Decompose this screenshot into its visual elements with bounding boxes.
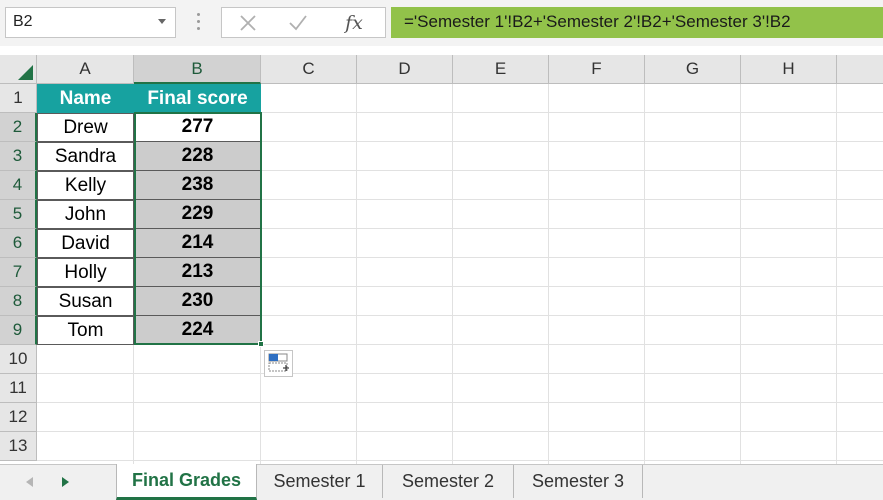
close-icon[interactable] [228, 8, 268, 37]
paste-options-icon [268, 353, 289, 372]
sheet-tab-semester-2[interactable]: Semester 2 [383, 465, 514, 498]
column-header-h[interactable]: H [741, 55, 837, 84]
row-header-12[interactable]: 12 [0, 403, 37, 432]
name-cell[interactable]: David [37, 229, 134, 258]
header-cell-name[interactable]: Name [37, 84, 134, 113]
column-header-b[interactable]: B [134, 55, 261, 84]
scroll-tabs-right-icon[interactable] [62, 477, 69, 487]
row-header-4[interactable]: 4 [0, 171, 37, 200]
row-header-13[interactable]: 13 [0, 432, 37, 461]
gridline [548, 84, 549, 464]
name-cell[interactable]: John [37, 200, 134, 229]
check-icon[interactable] [278, 8, 318, 37]
more-options-icon[interactable] [197, 13, 200, 31]
column-header-c[interactable]: C [261, 55, 357, 84]
column-header-e[interactable]: E [453, 55, 549, 84]
sheet-tab-semester-3[interactable]: Semester 3 [514, 465, 643, 498]
gridline [37, 431, 883, 432]
name-cell[interactable]: Susan [37, 287, 134, 316]
scroll-tabs-left-icon[interactable] [26, 477, 33, 487]
column-header-overflow[interactable] [837, 55, 883, 84]
gridline [644, 84, 645, 464]
name-cell[interactable]: Kelly [37, 171, 134, 200]
row-header-1[interactable]: 1 [0, 84, 37, 113]
insert-function-icon[interactable]: fx [334, 8, 374, 37]
select-all-triangle-icon [18, 65, 33, 80]
column-header-a[interactable]: A [37, 55, 134, 84]
name-box[interactable]: B2 [5, 7, 176, 38]
selection-range-border [134, 112, 262, 345]
column-header-f[interactable]: F [549, 55, 645, 84]
chevron-down-icon[interactable] [158, 19, 166, 24]
formula-input[interactable]: ='Semester 1'!B2+'Semester 2'!B2+'Semest… [391, 7, 883, 38]
row-header-5[interactable]: 5 [0, 200, 37, 229]
gridline [37, 373, 883, 374]
sheet-tab-semester-1[interactable]: Semester 1 [257, 465, 383, 498]
row-header-10[interactable]: 10 [0, 345, 37, 374]
formula-bar-area: B2 fx ='Semester 1'!B2+'Semester 2'!B2+'… [0, 0, 883, 46]
formula-text: ='Semester 1'!B2+'Semester 2'!B2+'Semest… [404, 12, 791, 31]
select-all-button[interactable] [0, 55, 37, 84]
row-header-3[interactable]: 3 [0, 142, 37, 171]
gridline [37, 402, 883, 403]
row-header-11[interactable]: 11 [0, 374, 37, 403]
name-cell[interactable]: Holly [37, 258, 134, 287]
row-header-8[interactable]: 8 [0, 287, 37, 316]
gridline [836, 84, 837, 464]
gridline [452, 84, 453, 464]
sheet-tab-final-grades[interactable]: Final Grades [116, 464, 257, 500]
header-cell-final-score[interactable]: Final score [134, 84, 261, 113]
paste-options-button[interactable] [264, 350, 293, 377]
gridline [356, 84, 357, 464]
column-header-d[interactable]: D [357, 55, 453, 84]
fill-handle[interactable] [258, 341, 264, 347]
name-cell[interactable]: Tom [37, 316, 134, 345]
column-header-g[interactable]: G [645, 55, 741, 84]
row-header-7[interactable]: 7 [0, 258, 37, 287]
formula-buttons: fx [221, 7, 386, 38]
row-header-2[interactable]: 2 [0, 113, 37, 142]
row-header-9[interactable]: 9 [0, 316, 37, 345]
gridline [37, 460, 883, 461]
row-header-6[interactable]: 6 [0, 229, 37, 258]
sheet-tab-bar: Final Grades Semester 1 Semester 2 Semes… [0, 464, 883, 500]
name-box-value: B2 [13, 13, 33, 30]
name-cell[interactable]: Sandra [37, 142, 134, 171]
gridline [740, 84, 741, 464]
name-cell[interactable]: Drew [37, 113, 134, 142]
